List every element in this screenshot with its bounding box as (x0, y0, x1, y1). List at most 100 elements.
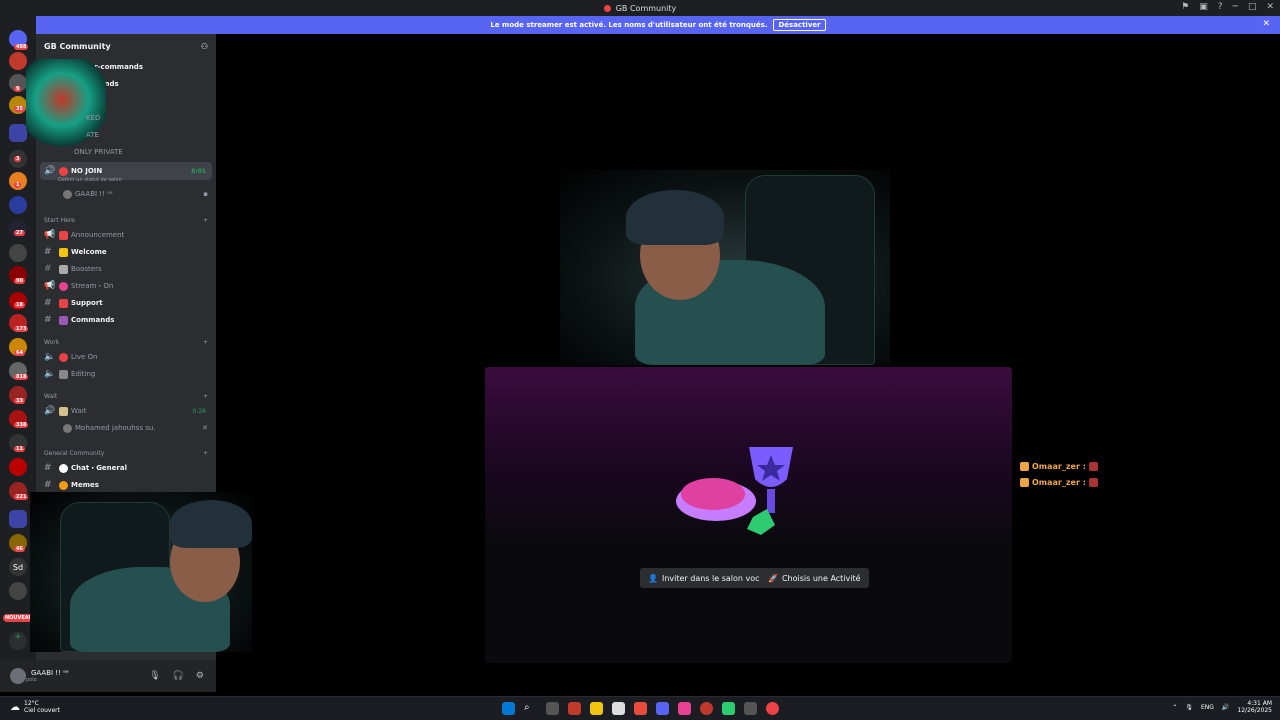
channel-memes[interactable]: # Memes (40, 477, 212, 493)
channel-support[interactable]: # Support (40, 295, 212, 311)
close-banner-icon[interactable]: ✕ (1262, 19, 1270, 29)
clock-time: 4:31 AM (1247, 700, 1272, 707)
server-sd-icon[interactable]: Sd (9, 558, 27, 576)
voice-member[interactable]: GAABI !! ᵃᵃ ▪ (56, 186, 212, 202)
channel-commands[interactable]: # Commands (40, 312, 212, 328)
screen-icon[interactable]: ▣ (1199, 2, 1208, 12)
search-icon[interactable]: ⌕ (524, 702, 537, 715)
overlay-chat-line: Omaar_zer : (1020, 462, 1098, 471)
badge: 46 (14, 546, 25, 552)
channel-label: KED (86, 114, 101, 122)
invite-voice-button[interactable]: 👤 Inviter dans le salon vocal (640, 568, 775, 588)
add-channel-icon[interactable]: + (203, 450, 208, 457)
channel-boosters[interactable]: # Boosters (40, 261, 212, 277)
channel-chat-general[interactable]: # Chat・General (40, 460, 212, 476)
channel-private-partial[interactable]: ATE (40, 127, 212, 143)
badge: 64 (14, 350, 25, 356)
settings-gear-icon[interactable]: ⚙ (196, 671, 204, 681)
channel-label: Chat・General (71, 464, 127, 472)
windows-taskbar: ☁ 12°C Ciel couvert ⌕ ⌃ 🎙 ENG 🔊 4:31 AM … (0, 696, 1280, 720)
channel-label: Announcement (71, 231, 125, 239)
channel-label: Editing (71, 370, 96, 378)
microphone-icon[interactable]: 🎙 (149, 671, 160, 681)
voice-channel-live-on[interactable]: 🔈 Live On (40, 349, 212, 365)
channel-stream-on[interactable]: 📢 Stream・On (40, 278, 212, 294)
server-icon[interactable] (9, 196, 27, 214)
help-icon[interactable]: ? (1218, 2, 1223, 12)
chevron-up-icon[interactable]: ⌃ (1172, 704, 1177, 711)
weather-widget[interactable]: ☁ 12°C Ciel couvert (10, 700, 60, 714)
support-icon (59, 298, 68, 308)
category-label: Start Here (44, 217, 75, 224)
server-icon[interactable] (9, 582, 27, 600)
add-channel-icon[interactable]: + (203, 393, 208, 400)
live-icon (59, 281, 68, 291)
server-icon[interactable] (9, 458, 27, 476)
minimize-button[interactable]: ─ (1233, 2, 1238, 12)
close-window-button[interactable]: ✕ (1266, 2, 1274, 12)
channel-label: Wait (71, 407, 87, 415)
language-indicator[interactable]: ENG (1201, 704, 1214, 711)
voice-channel-editing[interactable]: 🔈 Editing (40, 366, 212, 382)
channel-announcement[interactable]: 📢 Announcement (40, 227, 212, 243)
channel-label: NO JOIN (71, 167, 103, 175)
hash-icon: # (44, 315, 52, 325)
weather-text: Ciel couvert (24, 707, 60, 714)
voice-member[interactable]: Mohamed jahouhss su. ✕ (56, 420, 212, 436)
app-icon[interactable] (744, 702, 757, 715)
category-wait[interactable]: Wait + (44, 393, 208, 400)
folder-icon[interactable] (9, 124, 27, 142)
server-icon[interactable] (9, 244, 27, 262)
file-explorer-icon[interactable] (590, 702, 603, 715)
speaker-icon: 🔊 (44, 166, 56, 176)
boost-icon (59, 264, 68, 274)
channel-only-private[interactable]: ONLY PRIVATE (40, 144, 212, 160)
clock[interactable]: 4:31 AM 12/26/2025 (1237, 700, 1272, 714)
choose-activity-button[interactable]: 🚀 Choisis une Activité (760, 568, 869, 588)
brave-browser-icon[interactable] (634, 702, 647, 715)
user-status: polo (26, 677, 37, 683)
inbox-icon[interactable]: ⚑ (1181, 2, 1189, 12)
emote-icon (1088, 478, 1098, 487)
app-icon[interactable] (612, 702, 625, 715)
channel-locked[interactable]: KED (40, 110, 212, 126)
voice-channel-wait[interactable]: 🔊 Wait 0:26 (40, 403, 212, 419)
channel-welcome[interactable]: # Welcome (40, 244, 212, 260)
category-general-community[interactable]: General Community + (44, 450, 208, 457)
server-icon[interactable] (9, 52, 27, 70)
invite-label: Inviter dans le salon vocal (661, 573, 767, 583)
discord-logo-icon (603, 4, 611, 12)
maximize-button[interactable]: □ (1248, 2, 1257, 12)
app-icon[interactable] (568, 702, 581, 715)
microphone-tray-icon[interactable]: 🎙 (1185, 704, 1193, 711)
folder-icon[interactable] (9, 510, 27, 528)
overlay-username: Omaar_zer : (1032, 462, 1086, 471)
disable-streamer-button[interactable]: Désactiver (773, 19, 826, 31)
avatar[interactable] (10, 668, 26, 684)
speaker-icon: 🔈 (44, 352, 56, 362)
add-member-icon[interactable]: ⚇ (201, 42, 208, 51)
chat-bubble-icon (1020, 478, 1029, 487)
add-channel-icon[interactable]: + (203, 339, 208, 346)
channel-label: Live On (71, 353, 98, 361)
hash-icon: # (44, 463, 52, 473)
category-work[interactable]: Work + (44, 339, 208, 346)
app-icon[interactable] (766, 702, 779, 715)
guild-header[interactable]: GB Community ⚇ (36, 34, 216, 58)
add-server-icon[interactable]: + (9, 632, 27, 650)
add-channel-icon[interactable]: + (203, 217, 208, 224)
windows-start-icon[interactable] (502, 702, 515, 715)
speaker-icon: 🔈 (44, 369, 56, 379)
username: GAABI !! ᵃᵃ (31, 669, 69, 677)
headphones-icon[interactable]: 🎧 (173, 671, 184, 681)
hash-icon: # (44, 264, 52, 274)
volume-icon[interactable]: 🔊 (1222, 704, 1229, 711)
task-view-icon[interactable] (546, 702, 559, 715)
app-icon[interactable] (678, 702, 691, 715)
app-icon[interactable] (700, 702, 713, 715)
category-label: Wait (44, 393, 58, 400)
discord-icon[interactable] (656, 702, 669, 715)
category-start-here[interactable]: Start Here + (44, 217, 208, 224)
channel-status-hint[interactable]: Définir un statut de salon (58, 177, 122, 183)
app-icon[interactable] (722, 702, 735, 715)
